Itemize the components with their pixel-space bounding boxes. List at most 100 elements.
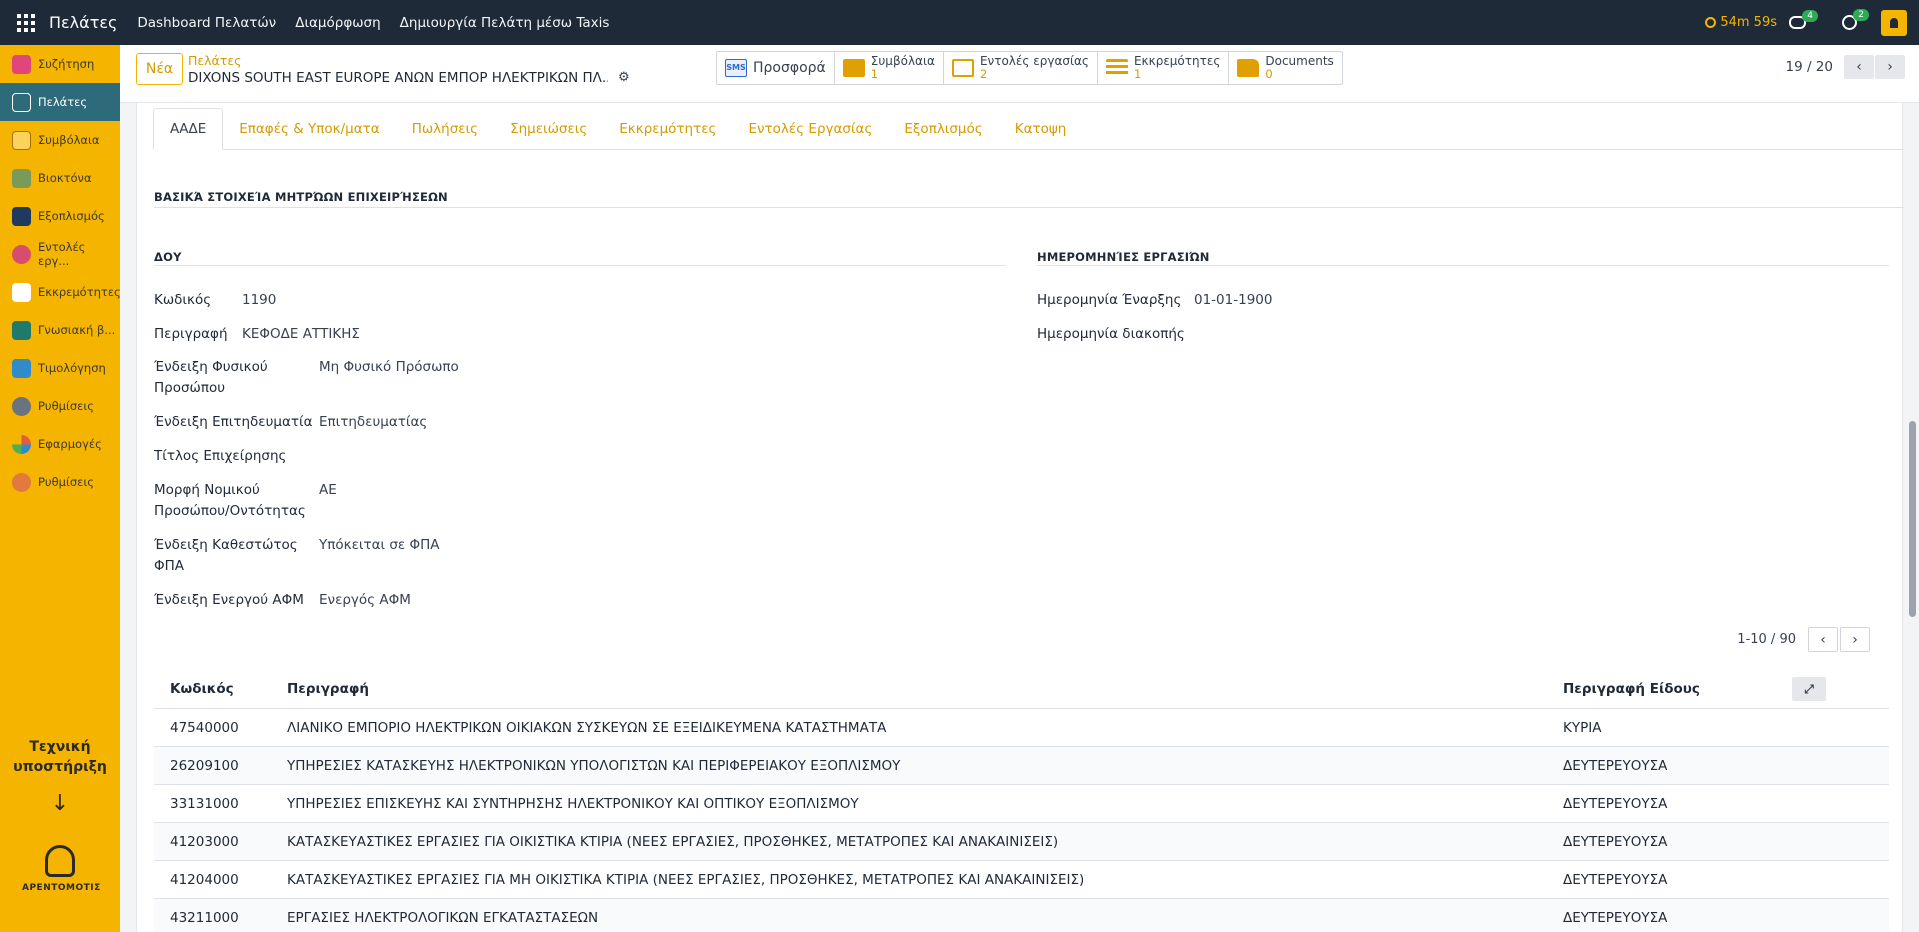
pending-smart-button[interactable]: Εκκρεμότητες 1 (1098, 52, 1230, 84)
sidebar-item-label: Συμβόλαια (38, 133, 100, 147)
briefcase-icon (842, 59, 865, 77)
chevron-right-icon[interactable]: › (1875, 55, 1905, 79)
settings-icon (12, 396, 31, 416)
form-content: ΑΑΔΕ Επαφές & Υποκ/ματα Πωλήσεις Σημειώσ… (120, 103, 1919, 932)
tab-work-orders[interactable]: Εντολές Εργασίας (732, 108, 888, 150)
sidebar-item-settings[interactable]: Ρυθμίσεις (0, 387, 120, 425)
new-button[interactable]: Νέα (136, 53, 183, 85)
tab-contacts[interactable]: Επαφές & Υποκ/ματα (223, 108, 395, 150)
tab-pending[interactable]: Εκκρεμότητες (603, 108, 732, 150)
field-label-stop-date: Ημερομηνία διακοπής (1037, 326, 1185, 342)
sidebar-item-equipment[interactable]: Εξοπλισμός (0, 197, 120, 235)
expand-icon[interactable]: ⤢ (1792, 677, 1826, 701)
timer-text: 54m 59s (1720, 15, 1777, 30)
smart-button-label: Εκκρεμότητες (1133, 54, 1221, 68)
work-orders-smart-button[interactable]: Εντολές εργασίας 2 (944, 52, 1098, 84)
pager-value[interactable]: 19 / 20 (1786, 59, 1834, 75)
cell-kind: ΔΕΥΤΕΡΕΥΟΥΣΑ (1563, 871, 1668, 888)
sidebar-item-invoicing[interactable]: Τιμολόγηση (0, 349, 120, 387)
support-text[interactable]: Τεχνική υποστήριξη (0, 737, 120, 777)
chat-icon[interactable]: 4 (1789, 10, 1818, 29)
gear-icon[interactable]: ⚙ (618, 71, 632, 85)
field-value-description[interactable]: ΚΕΦΟΔΕ ΑΤΤΙΚΗΣ (242, 324, 360, 345)
chevron-left-icon[interactable]: ‹ (1808, 627, 1838, 652)
table-row[interactable]: 26209100 ΥΠΗΡΕΣΙΕΣ ΚΑΤΑΣΚΕΥΗΣ ΗΛΕΚΤΡΟΝΙΚ… (154, 746, 1889, 784)
tab-floorplan[interactable]: Κατοψη (999, 108, 1083, 150)
sidebar-item-label: Βιοκτόνα (38, 171, 92, 185)
menu-create-customer-taxis[interactable]: Δημιουργία Πελάτη μέσω Taxis (400, 15, 610, 31)
smart-button-value: 2 (979, 67, 988, 81)
cell-kind: ΔΕΥΤΕΡΕΥΟΥΣΑ (1563, 795, 1668, 812)
scrollbar-thumb[interactable] (1909, 421, 1916, 617)
sidebar-item-knowledge[interactable]: Γνωσιακή β... (0, 311, 120, 349)
table-pager-value[interactable]: 1-10 / 90 (1737, 632, 1796, 647)
documents-smart-button[interactable]: Documents 0 (1229, 52, 1341, 84)
field-label-code: Κωδικός (154, 292, 212, 308)
field-value-business[interactable]: Επιτηδευματίας (319, 412, 427, 433)
smart-buttons: SMS Προσφορά Συμβόλαια 1 Εντολές εργασίας… (716, 51, 1343, 85)
table-row[interactable]: 41203000 ΚΑΤΑΣΚΕΥΑΣΤΙΚΕΣ ΕΡΓΑΣΙΕΣ ΓΙΑ ΟΙ… (154, 822, 1889, 860)
tab-sales[interactable]: Πωλήσεις (396, 108, 494, 150)
contracts-smart-button[interactable]: Συμβόλαια 1 (835, 52, 944, 84)
menu-dashboard[interactable]: Dashboard Πελατών (137, 15, 276, 31)
smart-button-label: Documents (1265, 54, 1334, 68)
offer-smart-button[interactable]: SMS Προσφορά (717, 52, 835, 84)
field-value-code[interactable]: 1190 (242, 290, 276, 311)
field-value-legal-form[interactable]: ΑΕ (319, 480, 337, 501)
field-label-business: Ένδειξη Επιτηδευματία (154, 414, 313, 430)
field-value-start-date[interactable]: 01-01-1900 (1194, 290, 1272, 311)
field-value-vat-status[interactable]: Υπόκειται σε ΦΠΑ (319, 535, 440, 556)
app-title[interactable]: Πελάτες (49, 13, 117, 32)
breadcrumb-parent[interactable]: Πελάτες (188, 53, 241, 68)
sidebar-item-label: Συζήτηση (38, 57, 95, 71)
sidebar-item-work-orders[interactable]: Εντολές εργ... (0, 235, 120, 273)
form-sheet: ΑΑΔΕ Επαφές & Υποκ/ματα Πωλήσεις Σημειώσ… (136, 103, 1904, 932)
chevron-right-icon[interactable]: › (1840, 627, 1870, 652)
sidebar-item-customers[interactable]: Πελάτες (0, 83, 120, 121)
sidebar-item-contracts[interactable]: Συμβόλαια (0, 121, 120, 159)
column-header-kind[interactable]: Περιγραφή Είδους (1563, 681, 1788, 697)
logo-text: ΑΡΕΝΤΟΜΟΤΙΣ (22, 883, 101, 893)
tab-notes[interactable]: Σημειώσεις (494, 108, 603, 150)
contracts-icon (12, 130, 31, 150)
field-value-active-vat[interactable]: Ενεργός ΑΦΜ (319, 590, 411, 611)
scrollbar[interactable] (1905, 103, 1919, 932)
cell-code: 43211000 (170, 909, 239, 926)
activity-icon[interactable]: 2 (1842, 9, 1869, 30)
technician-icon (45, 845, 75, 877)
equipment-icon (12, 206, 31, 226)
session-timer[interactable]: 54m 59s (1705, 15, 1777, 30)
tab-equipment[interactable]: Εξοπλισμός (888, 108, 998, 150)
folder-icon (1237, 59, 1260, 77)
table-row[interactable]: 43211000 ΕΡΓΑΣΙΕΣ ΗΛΕΚΤΡΟΛΟΓΙΚΩΝ ΕΓΚΑΤΑΣ… (154, 898, 1889, 932)
apps-grid-icon[interactable] (17, 13, 35, 32)
user-avatar[interactable] (1881, 9, 1907, 36)
smart-button-label: Συμβόλαια (870, 54, 935, 68)
breadcrumb-current: DIXONS SOUTH EAST EUROPE ΑΝΩΝ ΕΜΠΟΡ ΗΛΕΚ… (188, 70, 608, 86)
table-pager: 1-10 / 90 ‹ › (1737, 627, 1870, 652)
divider (154, 265, 1006, 266)
table-header: Κωδικός Περιγραφή Περιγραφή Είδους ⤢ (154, 670, 1889, 708)
column-header-description[interactable]: Περιγραφή (287, 681, 1563, 697)
table-row[interactable]: 33131000 ΥΠΗΡΕΣΙΕΣ ΕΠΙΣΚΕΥΗΣ ΚΑΙ ΣΥΝΤΗΡΗ… (154, 784, 1889, 822)
table-row[interactable]: 41204000 ΚΑΤΑΣΚΕΥΑΣΤΙΚΕΣ ΕΡΓΑΣΙΕΣ ΓΙΑ ΜΗ… (154, 860, 1889, 898)
smart-button-label: Προσφορά (753, 59, 826, 76)
sidebar-item-pending[interactable]: Εκκρεμότητες (0, 273, 121, 311)
table-row[interactable]: 47540000 ΛΙΑΝΙΚΟ ΕΜΠΟΡΙΟ ΗΛΕΚΤΡΙΚΩΝ ΟΙΚΙ… (154, 708, 1889, 746)
field-value-natural-person[interactable]: Μη Φυσικό Πρόσωπο (319, 357, 459, 378)
sidebar-item-apps[interactable]: Εφαρμογές (0, 425, 120, 463)
record-pager: 19 / 20 ‹ › (1786, 55, 1905, 79)
sidebar-item-biocides[interactable]: Βιοκτόνα (0, 159, 120, 197)
field-label-legal-form: Μορφή Νομικού Προσώπου/Οντότητας (154, 482, 306, 519)
customers-icon (12, 92, 31, 112)
field-label-business-title: Τίτλος Επιχείρησης (154, 448, 287, 464)
sidebar-item-discuss[interactable]: Συζήτηση (0, 45, 120, 83)
field-label-vat-status: Ένδειξη Καθεστώτος ΦΠΑ (154, 537, 298, 574)
sidebar-item-label: Εκκρεμότητες (38, 285, 121, 299)
tab-aade[interactable]: ΑΑΔΕ (153, 108, 224, 150)
menu-configuration[interactable]: Διαμόρφωση (295, 15, 380, 31)
cell-code: 26209100 (170, 757, 239, 774)
sidebar-item-settings-alt[interactable]: Ρυθμίσεις (0, 463, 120, 501)
chevron-left-icon[interactable]: ‹ (1844, 55, 1874, 79)
column-header-code[interactable]: Κωδικός (154, 681, 287, 697)
